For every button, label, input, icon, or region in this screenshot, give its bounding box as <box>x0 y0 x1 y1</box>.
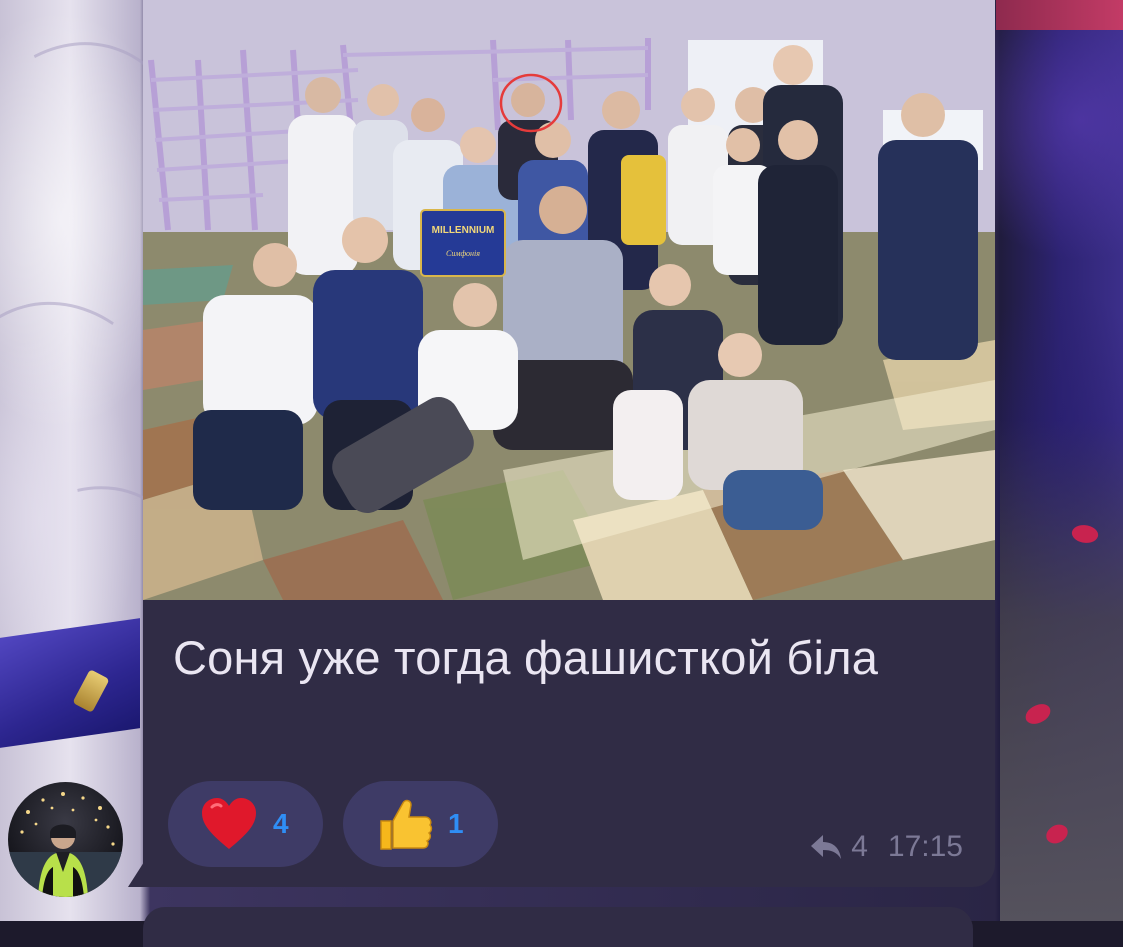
thumbs-up-icon <box>380 799 433 850</box>
reaction-thumbs-up-button[interactable]: 1 <box>343 781 498 867</box>
wallpaper-shadow <box>1000 420 1123 921</box>
heart-icon <box>202 798 256 849</box>
wallpaper-ribbon <box>0 618 140 748</box>
reply-icon[interactable] <box>809 833 843 861</box>
avatar-image <box>8 792 123 897</box>
reaction-thumbs-up-count: 1 <box>448 808 464 839</box>
bubble-tail <box>128 862 144 887</box>
photo-box-brand: MILLENNIUM <box>432 225 495 236</box>
reaction-heart-count: 4 <box>273 808 289 839</box>
message-caption: Соня уже тогда фашисткой біла <box>173 631 879 684</box>
next-message-bubble[interactable] <box>143 907 973 947</box>
message-time: 17:15 <box>887 830 963 863</box>
photo-box-subtitle: Симфонія <box>446 249 480 258</box>
message-meta: 4 17:15 <box>809 829 963 865</box>
sender-avatar[interactable] <box>8 782 123 897</box>
message-bubble[interactable]: MILLENNIUM Симфонія Соня уже тогда фашис… <box>143 0 995 887</box>
photo-scene: MILLENNIUM Симфонія <box>143 0 995 600</box>
reaction-heart-button[interactable]: 4 <box>168 781 323 867</box>
reply-count[interactable]: 4 <box>851 829 868 865</box>
wallpaper-pink-band <box>996 0 1123 30</box>
message-photo[interactable]: MILLENNIUM Симфонія <box>143 0 995 600</box>
